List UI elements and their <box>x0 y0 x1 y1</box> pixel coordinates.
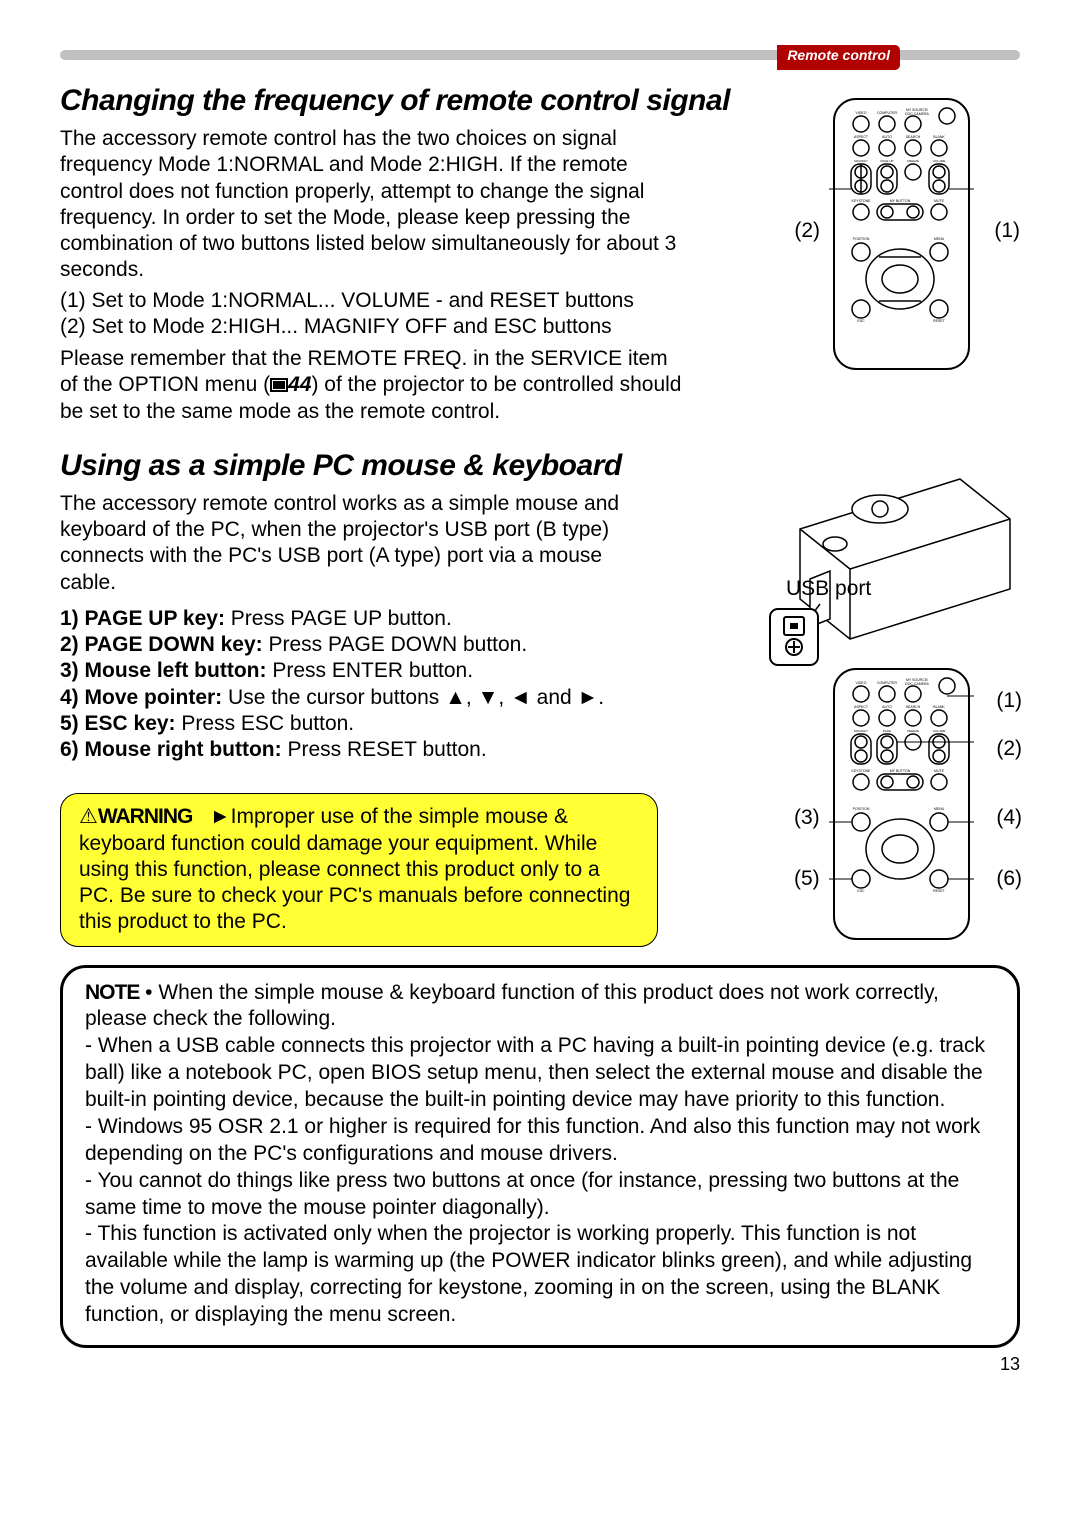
svg-text:COMPUTER: COMPUTER <box>877 111 898 115</box>
note-item-1: - When a USB cable connects this project… <box>85 1033 995 1114</box>
svg-text:VOLUME: VOLUME <box>933 729 946 733</box>
warning-arrow: ► <box>210 805 231 828</box>
svg-text:ASPECT: ASPECT <box>854 705 869 709</box>
note-label: NOTE <box>85 981 139 1004</box>
remote-diagram-2: VIDEOCOMPUTERMY SOURCE/DOC.CAMERA ASPECT… <box>829 664 974 944</box>
svg-text:SEARCH: SEARCH <box>906 135 921 139</box>
note-box: NOTE • When the simple mouse & keyboard … <box>60 965 1020 1348</box>
header-section-tab: Remote control <box>777 45 900 70</box>
remote-diagram-1: VIDEOCOMPUTERMY SOURCE/DOC.CAMERA ASPECT… <box>829 94 974 374</box>
svg-text:COMPUTER: COMPUTER <box>877 681 898 685</box>
svg-text:AUTO: AUTO <box>882 135 892 139</box>
svg-text:ASPECT: ASPECT <box>854 135 869 139</box>
svg-text:POSITION: POSITION <box>853 237 870 241</box>
callout-1: (1) <box>994 219 1020 243</box>
svg-text:PAGE UP: PAGE UP <box>880 159 893 163</box>
svg-text:FREEZE: FREEZE <box>907 159 919 163</box>
svg-text:FREEZE: FREEZE <box>907 729 919 733</box>
mouse-para1: The accessory remote control works as a … <box>60 491 620 596</box>
svg-text:PAGE: PAGE <box>883 729 891 733</box>
svg-text:MY BUTTON: MY BUTTON <box>890 199 911 203</box>
freq-para1: The accessory remote control has the two… <box>60 126 690 284</box>
svg-text:ESC: ESC <box>857 319 865 323</box>
callout-2: (2) <box>794 219 820 243</box>
key-list: 1) PAGE UP key: Press PAGE UP button. 2)… <box>60 606 620 764</box>
svg-text:VIDEO: VIDEO <box>856 111 867 115</box>
svg-text:KEYSTONE: KEYSTONE <box>852 769 872 773</box>
svg-text:BLANK: BLANK <box>933 135 945 139</box>
warning-box: ⚠WARNING ►Improper use of the simple mou… <box>60 793 658 946</box>
callout2-1: (1) <box>996 689 1022 713</box>
svg-text:MUTE: MUTE <box>934 199 945 203</box>
svg-text:KEYSTONE: KEYSTONE <box>852 199 872 203</box>
callout2-4: (4) <box>996 806 1022 830</box>
warning-label: WARNING <box>98 805 193 828</box>
header-rule: Remote control <box>60 50 1020 60</box>
freq-para2: Please remember that the REMOTE FREQ. in… <box>60 346 690 425</box>
svg-text:MUTE: MUTE <box>934 769 945 773</box>
svg-text:MENU: MENU <box>934 237 945 241</box>
callout2-3: (3) <box>794 806 820 830</box>
svg-text:VOLUME: VOLUME <box>933 159 946 163</box>
svg-text:ESC: ESC <box>857 889 865 893</box>
usb-port-label: USB port <box>786 577 871 601</box>
callout2-2: (2) <box>996 737 1022 761</box>
freq-mode1: (1) Set to Mode 1:NORMAL... VOLUME - and… <box>60 288 690 314</box>
svg-text:DOC.CAMERA: DOC.CAMERA <box>905 112 929 116</box>
svg-text:POSITION: POSITION <box>853 807 870 811</box>
svg-text:SEARCH: SEARCH <box>906 705 921 709</box>
note-item-2: - Windows 95 OSR 2.1 or higher is requir… <box>85 1114 995 1168</box>
svg-text:MY BUTTON: MY BUTTON <box>890 769 911 773</box>
note-lead: • When the simple mouse & keyboard funct… <box>85 981 939 1031</box>
svg-text:RESET: RESET <box>933 889 946 893</box>
note-item-3: - You cannot do things like press two bu… <box>85 1168 995 1222</box>
manual-ref-icon <box>270 378 288 392</box>
callout2-6: (6) <box>996 867 1022 891</box>
svg-text:RESET: RESET <box>933 319 946 323</box>
warning-icon: ⚠ <box>79 805 98 828</box>
svg-text:MAGNIFY: MAGNIFY <box>854 159 868 163</box>
svg-text:MAGNIFY: MAGNIFY <box>854 729 868 733</box>
svg-text:BLANK: BLANK <box>933 705 945 709</box>
svg-text:VIDEO: VIDEO <box>856 681 867 685</box>
svg-text:DOC.CAMERA: DOC.CAMERA <box>905 682 929 686</box>
note-item-4: - This function is activated only when t… <box>85 1221 995 1329</box>
svg-text:AUTO: AUTO <box>882 705 892 709</box>
callout2-5: (5) <box>794 867 820 891</box>
svg-text:MENU: MENU <box>934 807 945 811</box>
projector-diagram: USB <box>760 469 1020 669</box>
page-number: 13 <box>60 1354 1020 1375</box>
freq-mode2: (2) Set to Mode 2:HIGH... MAGNIFY OFF an… <box>60 314 690 340</box>
